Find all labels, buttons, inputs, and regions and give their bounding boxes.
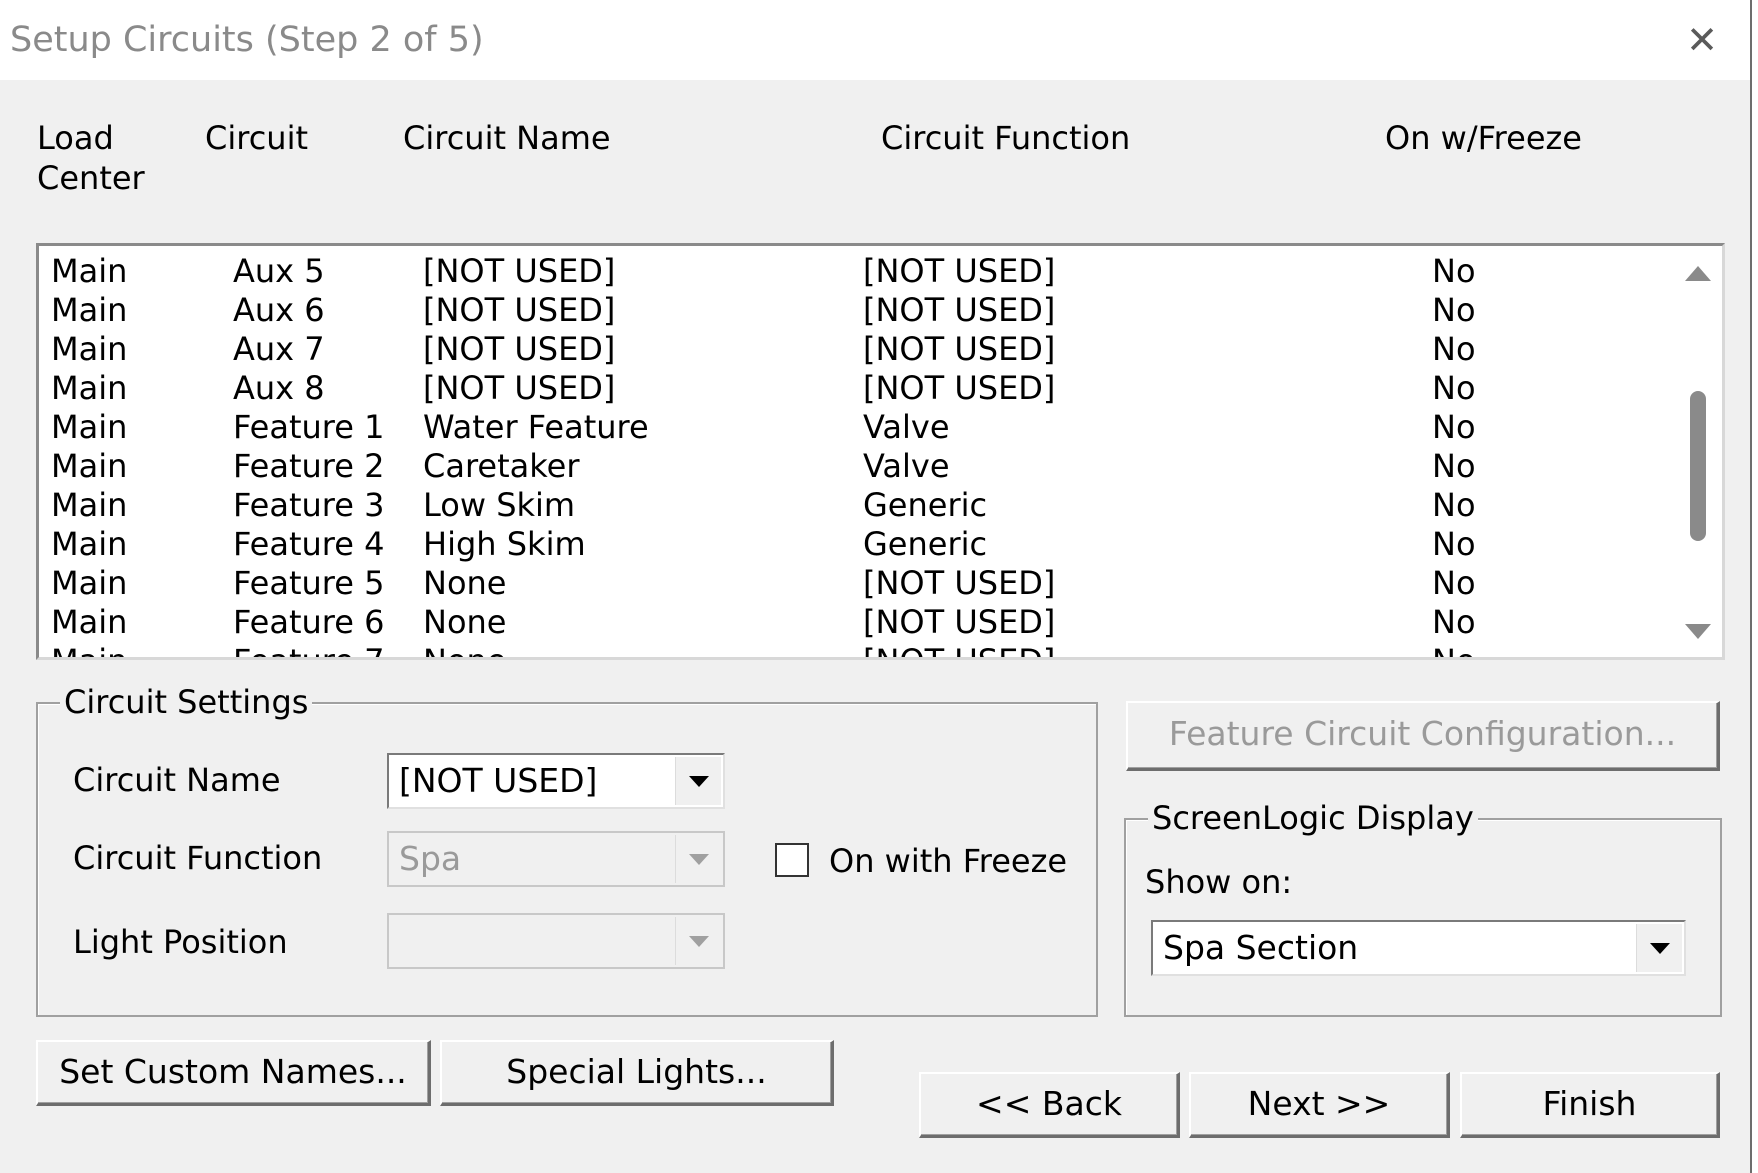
- scroll-thumb[interactable]: [1690, 391, 1706, 541]
- scroll-up-arrow-icon[interactable]: [1685, 266, 1711, 281]
- show-on-dropdown-button[interactable]: [1636, 924, 1682, 972]
- circuit-function-dropdown[interactable]: Spa: [387, 831, 725, 887]
- list-item[interactable]: Main Aux 7 [NOT USED] [NOT USED] No: [39, 330, 1669, 369]
- on-with-freeze-label: On with Freeze: [829, 842, 1068, 880]
- vertical-scrollbar[interactable]: [1672, 246, 1722, 657]
- circuit-name-dropdown-button[interactable]: [675, 757, 721, 805]
- setup-circuits-dialog: Setup Circuits (Step 2 of 5) ✕ Load Cente…: [0, 0, 1752, 1173]
- chevron-down-icon: [689, 776, 709, 787]
- circuit-name-value: [NOT USED]: [399, 761, 598, 800]
- list-item[interactable]: Main Feature 1 Water Feature Valve No: [39, 408, 1669, 447]
- list-item[interactable]: Main Aux 6 [NOT USED] [NOT USED] No: [39, 291, 1669, 330]
- circuit-name-dropdown[interactable]: [NOT USED]: [387, 753, 725, 809]
- screenlogic-display-group: ScreenLogic Display: [1124, 798, 1722, 1017]
- show-on-label: Show on:: [1145, 863, 1293, 901]
- header-circuit: Circuit: [205, 119, 308, 157]
- show-on-value: Spa Section: [1163, 928, 1359, 967]
- back-button[interactable]: << Back: [919, 1072, 1180, 1138]
- header-on-freeze: On w/Freeze: [1385, 119, 1582, 157]
- set-custom-names-button[interactable]: Set Custom Names...: [36, 1040, 431, 1106]
- circuit-list[interactable]: Main Aux 5 [NOT USED] [NOT USED] No Main Aux …: [36, 243, 1725, 660]
- circuit-function-dropdown-button[interactable]: [675, 835, 721, 883]
- list-item[interactable]: Main Feature 4 High Skim Generic No: [39, 525, 1669, 564]
- circuit-function-value: Spa: [399, 839, 462, 878]
- light-position-dropdown-button[interactable]: [675, 917, 721, 965]
- light-position-label: Light Position: [73, 923, 288, 961]
- list-item[interactable]: Main Feature 2 Caretaker Valve No: [39, 447, 1669, 486]
- circuit-function-label: Circuit Function: [73, 839, 323, 877]
- list-item[interactable]: MainFeature 7None[NOT USED]No: [39, 642, 1669, 657]
- chevron-down-icon: [689, 936, 709, 947]
- header-load-center: Load Center: [37, 119, 145, 197]
- title-bar: Setup Circuits (Step 2 of 5) ✕: [0, 0, 1750, 80]
- list-item[interactable]: Main Feature 3 Low Skim Generic No: [39, 486, 1669, 525]
- close-icon[interactable]: ✕: [1682, 20, 1722, 60]
- list-item[interactable]: Main Aux 8 [NOT USED] [NOT USED] No: [39, 369, 1669, 408]
- on-with-freeze-checkbox[interactable]: [775, 843, 809, 877]
- next-button[interactable]: Next >>: [1189, 1072, 1450, 1138]
- screenlogic-display-legend: ScreenLogic Display: [1148, 798, 1478, 838]
- list-item[interactable]: Main Feature 6 None [NOT USED] No: [39, 603, 1669, 642]
- light-position-dropdown[interactable]: [387, 913, 725, 969]
- scroll-down-arrow-icon[interactable]: [1685, 624, 1711, 639]
- special-lights-button[interactable]: Special Lights...: [440, 1040, 834, 1106]
- list-item[interactable]: Main Feature 5 None [NOT USED] No: [39, 564, 1669, 603]
- show-on-dropdown[interactable]: Spa Section: [1151, 920, 1686, 976]
- header-circuit-name: Circuit Name: [403, 119, 611, 157]
- circuit-name-label: Circuit Name: [73, 761, 281, 799]
- finish-button[interactable]: Finish: [1460, 1072, 1720, 1138]
- header-circuit-function: Circuit Function: [881, 119, 1131, 157]
- feature-circuit-configuration-button[interactable]: Feature Circuit Configuration...: [1126, 701, 1720, 771]
- list-item[interactable]: Main Aux 5 [NOT USED] [NOT USED] No: [39, 252, 1669, 291]
- circuit-settings-legend: Circuit Settings: [60, 682, 313, 722]
- chevron-down-icon: [1650, 943, 1670, 954]
- window-title: Setup Circuits (Step 2 of 5): [10, 20, 484, 60]
- chevron-down-icon: [689, 854, 709, 865]
